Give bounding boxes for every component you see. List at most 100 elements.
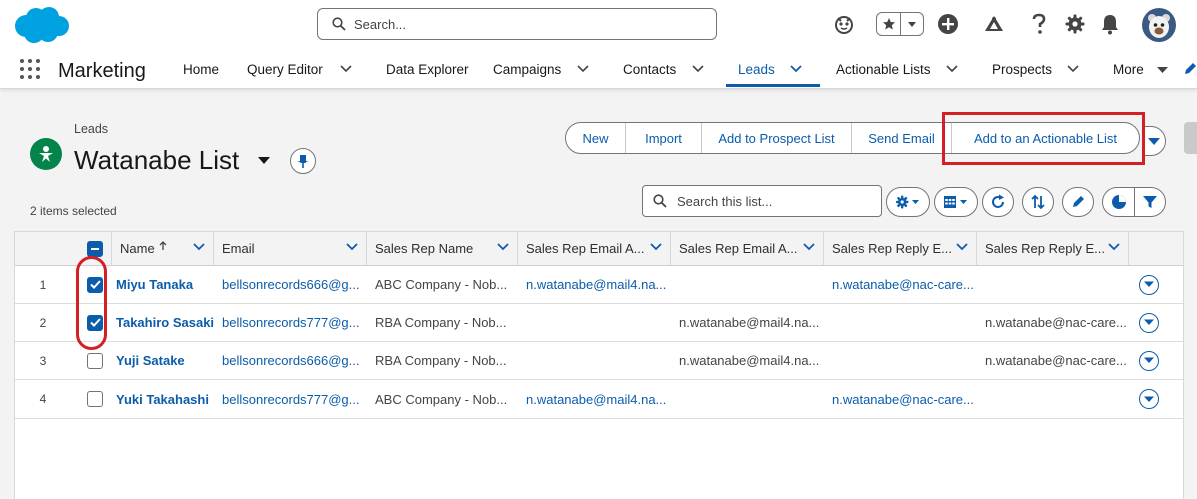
- sales-rep-reply-a[interactable]: [832, 342, 977, 379]
- sales-rep-email-a[interactable]: n.watanabe@mail4.na...: [526, 380, 671, 418]
- email-link[interactable]: bellsonrecords666@g...: [222, 342, 367, 379]
- sales-rep-reply-a[interactable]: [832, 304, 977, 341]
- chevron-down-icon[interactable]: [340, 65, 352, 73]
- settings-gear-icon[interactable]: [1062, 11, 1088, 37]
- chevron-down-icon[interactable]: [790, 65, 802, 73]
- send-email-button[interactable]: Send Email: [852, 123, 952, 153]
- email-link[interactable]: bellsonrecords777@g...: [222, 304, 367, 341]
- sales-rep-email-a[interactable]: n.watanabe@mail4.na...: [526, 266, 671, 303]
- pin-icon: [298, 155, 308, 168]
- chevron-down-icon[interactable]: [956, 243, 968, 251]
- column-header-sales-rep-reply-a[interactable]: Sales Rep Reply E...: [824, 232, 977, 265]
- favorites-caret-icon[interactable]: [901, 13, 923, 35]
- import-button[interactable]: Import: [626, 123, 702, 153]
- salesforce-logo[interactable]: [12, 6, 72, 44]
- add-to-actionable-list-button[interactable]: Add to an Actionable List: [952, 123, 1139, 153]
- app-launcher-icon[interactable]: [20, 59, 40, 79]
- chevron-down-icon[interactable]: [1108, 243, 1120, 251]
- chevron-down-icon[interactable]: [497, 243, 509, 251]
- favorites-group: [876, 12, 924, 36]
- row-select-cell: [83, 266, 107, 303]
- filter-button[interactable]: [1135, 188, 1165, 216]
- utility-panel-tab[interactable]: [1184, 122, 1197, 154]
- column-header-sales-rep-reply-b[interactable]: Sales Rep Reply E...: [977, 232, 1129, 265]
- nav-tab-label: Contacts: [623, 61, 677, 77]
- column-header-sales-rep-email-a[interactable]: Sales Rep Email A...: [518, 232, 671, 265]
- nav-tab-actionable-lists[interactable]: Actionable Lists: [836, 50, 931, 88]
- sales-rep-name: ABC Company - Nob...: [375, 277, 508, 292]
- chevron-down-icon[interactable]: [803, 243, 815, 251]
- selected-items-count: 2 items selected: [30, 204, 117, 218]
- einstein-assistant-icon[interactable]: [831, 11, 857, 37]
- lead-star-person-icon: [39, 146, 53, 162]
- show-charts-button[interactable]: [1103, 188, 1135, 216]
- email-link[interactable]: bellsonrecords666@g...: [222, 266, 367, 303]
- display-as-button[interactable]: [934, 187, 978, 217]
- help-icon[interactable]: [1026, 11, 1052, 37]
- nav-tab-query-editor[interactable]: Query Editor: [247, 50, 323, 88]
- global-search-input[interactable]: Search...: [317, 8, 717, 40]
- chevron-down-icon[interactable]: [1067, 65, 1079, 73]
- favorites-star-icon[interactable]: [877, 13, 901, 35]
- trailhead-icon[interactable]: [981, 11, 1007, 37]
- refresh-button[interactable]: [982, 187, 1014, 217]
- row-actions-button[interactable]: [1139, 312, 1159, 333]
- nav-tab-more[interactable]: More: [1113, 50, 1144, 88]
- row-actions-button[interactable]: [1139, 350, 1159, 371]
- caret-down-icon: [1144, 281, 1154, 287]
- pin-list-button[interactable]: [290, 148, 316, 174]
- nav-tab-data-explorer[interactable]: Data Explorer: [386, 50, 469, 88]
- edit-nav-pencil-icon[interactable]: [1183, 62, 1197, 76]
- row-actions-button[interactable]: [1139, 274, 1159, 295]
- email-link[interactable]: bellsonrecords777@g...: [222, 380, 367, 418]
- notifications-bell-icon[interactable]: [1097, 11, 1123, 37]
- new-button[interactable]: New: [566, 123, 626, 153]
- sort-button[interactable]: [1022, 187, 1054, 217]
- chevron-down-icon[interactable]: [577, 65, 589, 73]
- table-row: 2 Takahiro Sasaki bellsonrecords777@g...…: [15, 304, 1183, 342]
- chevron-down-icon[interactable]: [346, 243, 358, 251]
- sales-rep-email-a[interactable]: [526, 342, 671, 379]
- lead-name-link[interactable]: Yuki Takahashi: [116, 380, 214, 418]
- row-actions-button[interactable]: [1139, 389, 1159, 409]
- chevron-down-icon[interactable]: [193, 243, 205, 251]
- chevron-down-icon[interactable]: [946, 65, 958, 73]
- lead-name-link[interactable]: Yuji Satake: [116, 342, 214, 379]
- caret-down-icon: [1144, 396, 1154, 402]
- row-checkbox[interactable]: [87, 276, 103, 293]
- nav-tab-label: Prospects: [992, 61, 1053, 77]
- sales-rep-reply-a[interactable]: n.watanabe@nac-care...: [832, 266, 977, 303]
- list-search-input[interactable]: Search this list...: [642, 185, 882, 217]
- more-actions-button[interactable]: [1142, 126, 1166, 156]
- list-view-picker-caret-icon[interactable]: [258, 156, 270, 165]
- sales-rep-reply-a[interactable]: n.watanabe@nac-care...: [832, 380, 977, 418]
- global-create-icon[interactable]: [935, 11, 961, 37]
- list-view-controls-button[interactable]: [886, 187, 930, 217]
- column-header-email[interactable]: Email: [214, 232, 367, 265]
- nav-tab-campaigns[interactable]: Campaigns: [493, 50, 561, 88]
- row-actions-cell: [1135, 342, 1163, 379]
- chevron-down-icon[interactable]: [650, 243, 662, 251]
- add-to-prospect-list-button[interactable]: Add to Prospect List: [702, 123, 852, 153]
- nav-tab-contacts[interactable]: Contacts: [623, 50, 676, 88]
- row-checkbox[interactable]: [87, 391, 103, 407]
- sales-rep-email-a[interactable]: [526, 304, 671, 341]
- user-avatar[interactable]: [1142, 8, 1176, 42]
- row-checkbox[interactable]: [87, 314, 103, 331]
- inline-edit-button[interactable]: [1062, 187, 1094, 217]
- nav-tab-prospects[interactable]: Prospects: [992, 50, 1052, 88]
- filter-funnel-icon: [1143, 196, 1157, 208]
- column-header-name[interactable]: Name: [111, 232, 214, 265]
- breadcrumb[interactable]: Leads: [74, 122, 108, 136]
- lead-name-link[interactable]: Miyu Tanaka: [116, 266, 214, 303]
- nav-tab-home[interactable]: Home: [183, 50, 219, 88]
- select-all-checkbox[interactable]: [87, 240, 103, 257]
- lead-name-link[interactable]: Takahiro Sasaki: [116, 304, 214, 341]
- select-all-cell: [79, 232, 111, 265]
- column-header-sales-rep-email-b[interactable]: Sales Rep Email A...: [671, 232, 824, 265]
- caret-down-icon[interactable]: [1157, 66, 1168, 74]
- row-checkbox[interactable]: [87, 352, 103, 369]
- column-header-sales-rep-name[interactable]: Sales Rep Name: [367, 232, 518, 265]
- nav-tab-leads[interactable]: Leads: [738, 50, 775, 88]
- chevron-down-icon[interactable]: [692, 65, 704, 73]
